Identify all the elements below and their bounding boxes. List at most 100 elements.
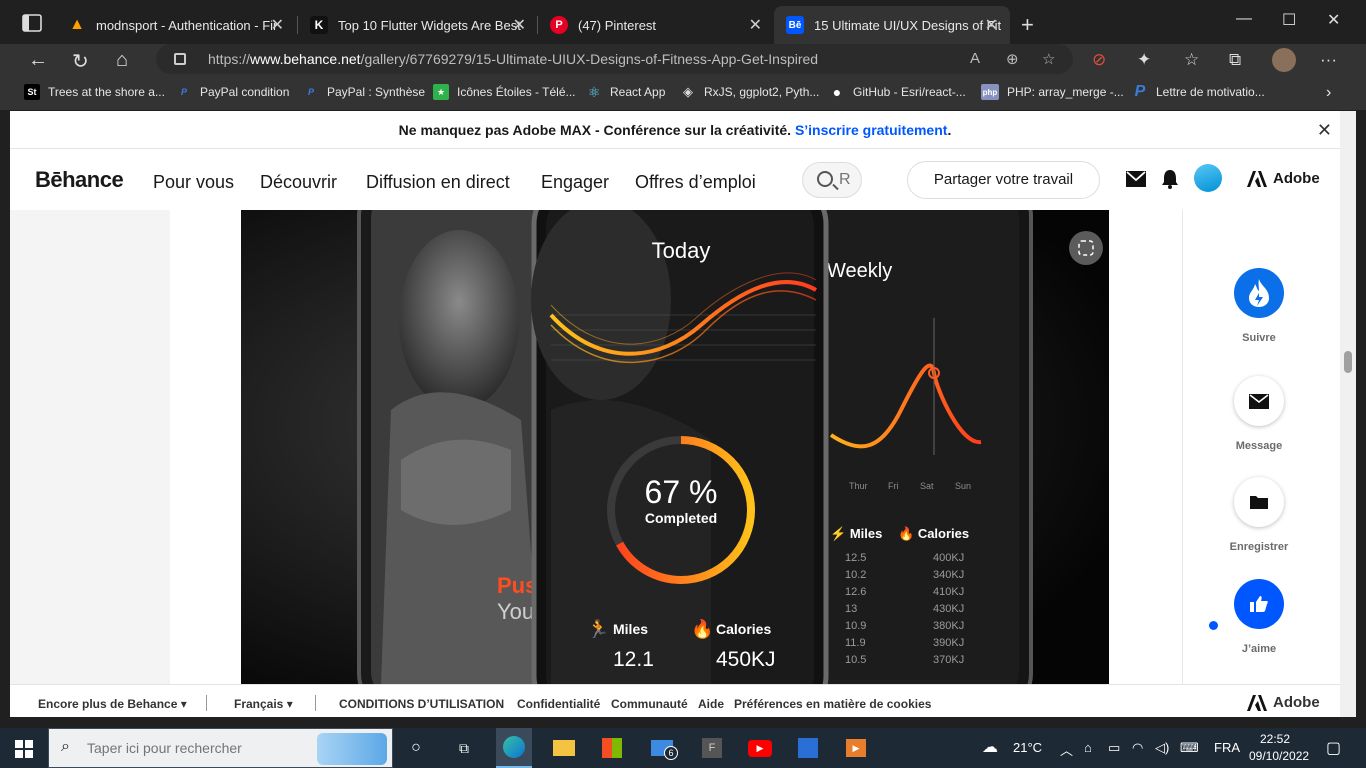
minimize-icon[interactable]: — xyxy=(1236,10,1252,28)
edge-icon[interactable] xyxy=(496,728,532,768)
save-button[interactable] xyxy=(1234,477,1284,527)
more-behance-menu[interactable]: Encore plus de Behance ▾ xyxy=(38,697,187,711)
wifi-icon[interactable]: ◠ xyxy=(1132,740,1143,756)
mail-app-icon[interactable]: 6 xyxy=(648,734,678,762)
message-action[interactable]: Message xyxy=(1209,376,1309,452)
file-explorer-icon[interactable] xyxy=(550,734,578,762)
bookmark-item[interactable]: ★ Icônes Étoiles - Télé... xyxy=(433,84,576,100)
follow-action[interactable]: Suivre xyxy=(1209,268,1309,344)
battery-icon[interactable]: ▭ xyxy=(1108,740,1120,756)
tab-firebase[interactable]: ▲ modnsport - Authentication - Fir ✕ xyxy=(56,6,296,44)
privacy-link[interactable]: Confidentialité xyxy=(517,697,600,711)
community-link[interactable]: Communauté xyxy=(611,697,688,711)
bell-icon[interactable] xyxy=(1161,169,1179,189)
close-tab-icon[interactable]: ✕ xyxy=(513,15,526,35)
help-link[interactable]: Aide xyxy=(698,697,724,711)
refresh-icon[interactable]: ↻ xyxy=(72,49,89,74)
scrollbar-thumb[interactable] xyxy=(1344,351,1352,373)
tab-title: (47) Pinterest xyxy=(578,17,657,33)
url-text[interactable]: https://www.behance.net/gallery/67769279… xyxy=(208,51,818,67)
terms-link[interactable]: CONDITIONS D’UTILISATION xyxy=(339,697,504,711)
taskbar-search-input[interactable] xyxy=(87,740,307,756)
close-tab-icon[interactable]: ✕ xyxy=(749,15,762,35)
url-bar[interactable]: https://www.behance.net/gallery/67769279… xyxy=(156,44,1073,74)
task-view-icon[interactable]: ⧉ xyxy=(450,734,478,762)
follow-button[interactable] xyxy=(1234,268,1284,318)
search-box[interactable] xyxy=(802,162,862,198)
tab-flutter[interactable]: K Top 10 Flutter Widgets Are Best ✕ xyxy=(298,6,538,44)
youtube-icon[interactable]: ▶ xyxy=(746,734,774,762)
bookmark-item[interactable]: P PayPal : Synthèse xyxy=(303,84,425,100)
save-action[interactable]: Enregistrer xyxy=(1209,477,1309,553)
app-f-icon[interactable]: F xyxy=(698,734,726,762)
collections-icon[interactable]: ⧉ xyxy=(1229,50,1241,70)
nav-offres-emploi[interactable]: Offres d’emploi xyxy=(635,172,756,193)
maximize-icon[interactable]: ☐ xyxy=(1282,10,1296,30)
like-button[interactable] xyxy=(1234,579,1284,629)
video-app-icon[interactable]: ▶ xyxy=(842,734,870,762)
volume-icon[interactable]: ◁) xyxy=(1155,740,1169,756)
bookmark-item[interactable]: ● GitHub - Esri/react-... xyxy=(829,84,966,100)
adobe-link[interactable]: Adobe xyxy=(1247,170,1320,187)
mail-icon[interactable] xyxy=(1126,171,1146,187)
favorites-icon[interactable]: ☆ xyxy=(1184,50,1199,70)
nav-engager[interactable]: Engager xyxy=(541,172,609,193)
favorite-star-icon[interactable]: ☆ xyxy=(1042,50,1055,68)
tab-pinterest[interactable]: P (47) Pinterest ✕ xyxy=(538,6,774,44)
behance-logo[interactable]: Bēhance xyxy=(35,167,124,193)
envelope-icon xyxy=(1249,393,1269,409)
center-phone: Today 67 % Completed 🏃 Miles 12.1 🔥 Calo… xyxy=(531,210,829,684)
message-button[interactable] xyxy=(1234,376,1284,426)
tab-actions-icon[interactable] xyxy=(22,14,42,32)
share-work-button[interactable]: Partager votre travail xyxy=(907,161,1100,199)
clock-date[interactable]: 09/10/2022 xyxy=(1249,749,1309,763)
back-icon[interactable]: ← xyxy=(28,49,48,72)
taskbar-search[interactable]: ⌕ xyxy=(48,728,393,768)
bookmark-item[interactable]: P Lettre de motivatio... xyxy=(1132,83,1265,100)
notifications-icon[interactable]: ▢ xyxy=(1326,738,1341,758)
bookmark-item[interactable]: ◈ RxJS, ggplot2, Pyth... xyxy=(680,84,819,100)
weather-temperature[interactable]: 21°C xyxy=(1013,740,1042,755)
close-tab-icon[interactable]: ✕ xyxy=(985,15,998,35)
nav-pour-vous[interactable]: Pour vous xyxy=(153,172,234,193)
tray-expand-icon[interactable]: ︿ xyxy=(1060,740,1073,759)
bookmark-item[interactable]: St Trees at the shore a... xyxy=(24,84,165,100)
page-scrollbar[interactable] xyxy=(1340,111,1356,717)
close-tab-icon[interactable]: ✕ xyxy=(271,15,284,35)
profile-avatar[interactable] xyxy=(1272,48,1296,72)
search-input[interactable] xyxy=(839,171,857,189)
footer-adobe-link[interactable]: Adobe xyxy=(1247,694,1320,711)
extensions-icon[interactable]: ✦ xyxy=(1137,50,1151,70)
new-tab-button[interactable]: + xyxy=(1021,12,1034,38)
language-menu[interactable]: Français ▾ xyxy=(234,697,293,711)
bookmark-item[interactable]: ⚛ React App xyxy=(586,84,666,100)
clock-time[interactable]: 22:52 xyxy=(1260,732,1290,746)
close-window-icon[interactable]: ✕ xyxy=(1327,10,1340,30)
cortana-icon[interactable]: ○ xyxy=(402,734,430,762)
store-icon[interactable] xyxy=(598,734,626,762)
nav-decouvrir[interactable]: Découvrir xyxy=(260,172,337,193)
tab-behance[interactable]: Bē 15 Ultimate UI/UX Designs of Fit ✕ xyxy=(774,6,1010,44)
home-icon[interactable]: ⌂ xyxy=(116,49,128,72)
keyboard-icon[interactable]: ⌨ xyxy=(1180,740,1199,756)
nav-diffusion[interactable]: Diffusion en direct xyxy=(366,172,510,193)
banner-signup-link[interactable]: S’inscrire gratuitement xyxy=(795,122,948,138)
more-menu-icon[interactable]: ··· xyxy=(1320,50,1337,70)
close-banner-icon[interactable]: ✕ xyxy=(1317,111,1332,149)
bookmark-item[interactable]: P PayPal condition xyxy=(176,84,289,100)
weather-icon[interactable]: ☁ xyxy=(982,737,998,757)
read-aloud-icon[interactable]: A xyxy=(970,50,980,67)
device-icon[interactable]: ⌂ xyxy=(1084,740,1092,755)
blocked-icon[interactable]: ⊘ xyxy=(1092,50,1106,70)
like-action[interactable]: J’aime xyxy=(1209,579,1309,655)
user-avatar[interactable] xyxy=(1194,164,1222,192)
zoom-icon[interactable]: ⊕ xyxy=(1006,50,1019,68)
app-blue-icon[interactable] xyxy=(794,734,822,762)
more-bookmarks-icon[interactable]: › xyxy=(1326,84,1331,102)
image-search-icon[interactable] xyxy=(1069,231,1103,265)
lock-icon[interactable] xyxy=(174,53,186,65)
input-language[interactable]: FRA xyxy=(1214,740,1240,755)
windows-start-icon[interactable] xyxy=(15,740,33,758)
bookmark-item[interactable]: php PHP: array_merge -... xyxy=(981,84,1124,100)
cookie-preferences-link[interactable]: Préférences en matière de cookies xyxy=(734,697,931,711)
